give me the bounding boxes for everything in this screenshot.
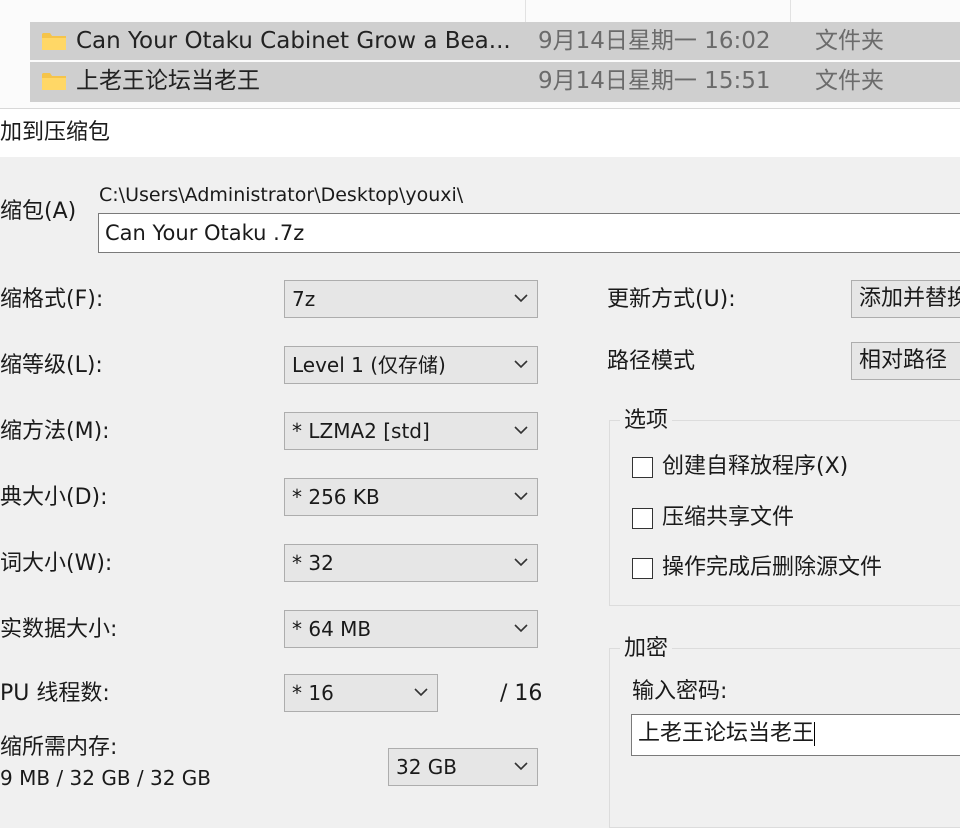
update-mode-value: 添加并替换 xyxy=(859,286,960,311)
word-size-value: * 32 xyxy=(292,551,334,575)
column-divider xyxy=(790,0,791,22)
threads-select[interactable]: * 16 xyxy=(284,674,438,712)
memory-value: 32 GB xyxy=(396,755,458,779)
sfx-label[interactable]: 创建自释放程序(X) xyxy=(662,453,848,481)
password-label: 输入密码: xyxy=(632,679,728,704)
solid-block-label: 实数据大小: xyxy=(0,617,118,642)
add-to-archive-dialog: 加到压缩包 缩包(A) C:\Users\Administrator\Deskt… xyxy=(0,108,960,828)
file-date: 9月14日星期一 16:02 xyxy=(538,28,771,54)
dialog-titlebar[interactable]: 加到压缩包 xyxy=(0,108,960,157)
password-input[interactable]: 上老王论坛当老王 xyxy=(631,714,960,756)
file-type: 文件夹 xyxy=(815,28,884,54)
chevron-down-icon xyxy=(514,360,528,369)
method-value: * LZMA2 [std] xyxy=(292,419,430,443)
threads-max: / 16 xyxy=(500,681,543,706)
format-select[interactable]: 7z xyxy=(284,280,538,318)
chevron-down-icon xyxy=(514,624,528,633)
update-mode-label: 更新方式(U): xyxy=(607,287,736,312)
dictionary-select[interactable]: * 256 KB xyxy=(284,478,538,516)
format-value: 7z xyxy=(292,287,316,311)
password-value: 上老王论坛当老王 xyxy=(638,721,815,746)
solid-block-select[interactable]: * 64 MB xyxy=(284,610,538,648)
encryption-group-title: 加密 xyxy=(620,635,673,663)
update-mode-select[interactable]: 添加并替换 xyxy=(851,280,960,318)
folder-icon xyxy=(42,33,66,50)
options-group-title: 选项 xyxy=(620,407,673,435)
chevron-down-icon xyxy=(514,762,528,771)
sfx-checkbox[interactable] xyxy=(632,457,653,478)
level-select[interactable]: Level 1 (仅存储) xyxy=(284,346,538,384)
chevron-down-icon xyxy=(514,492,528,501)
memory-select[interactable]: 32 GB xyxy=(388,748,538,786)
archive-label: 缩包(A) xyxy=(0,199,77,224)
method-label: 缩方法(M): xyxy=(0,419,110,444)
delete-after-label[interactable]: 操作完成后删除源文件 xyxy=(662,554,882,582)
memory-detail: 9 MB / 32 GB / 32 GB xyxy=(0,766,212,790)
chevron-down-icon xyxy=(514,294,528,303)
file-type: 文件夹 xyxy=(815,68,884,94)
shared-files-label[interactable]: 压缩共享文件 xyxy=(662,504,794,532)
chevron-down-icon xyxy=(514,558,528,567)
level-value: Level 1 (仅存储) xyxy=(292,353,446,377)
archive-path: C:\Users\Administrator\Desktop\youxi\ xyxy=(99,184,464,206)
file-row[interactable]: Can Your Otaku Cabinet Grow a Bea... 9月1… xyxy=(30,22,960,60)
file-date: 9月14日星期一 15:51 xyxy=(538,68,771,94)
path-mode-label: 路径模式 xyxy=(607,349,696,374)
explorer-file-list: Can Your Otaku Cabinet Grow a Bea... 9月1… xyxy=(0,0,960,108)
chevron-down-icon xyxy=(514,426,528,435)
file-row[interactable]: 上老王论坛当老王 9月14日星期一 15:51 文件夹 xyxy=(30,62,960,102)
word-size-select[interactable]: * 32 xyxy=(284,544,538,582)
solid-block-value: * 64 MB xyxy=(292,617,372,641)
text-caret xyxy=(814,722,816,746)
dictionary-value: * 256 KB xyxy=(292,485,380,509)
dictionary-label: 典大小(D): xyxy=(0,485,108,510)
delete-after-checkbox[interactable] xyxy=(632,558,653,579)
path-mode-value: 相对路径 xyxy=(859,348,948,373)
chevron-down-icon xyxy=(414,688,428,697)
shared-files-checkbox[interactable] xyxy=(632,508,653,529)
file-name: Can Your Otaku Cabinet Grow a Bea... xyxy=(76,28,511,54)
memory-label: 缩所需内存: xyxy=(0,735,118,760)
level-label: 缩等级(L): xyxy=(0,353,103,378)
archive-name-value: Can Your Otaku .7z xyxy=(105,221,305,245)
method-select[interactable]: * LZMA2 [std] xyxy=(284,412,538,450)
threads-label: PU 线程数: xyxy=(0,681,110,706)
path-mode-select[interactable]: 相对路径 xyxy=(851,342,960,380)
threads-value: * 16 xyxy=(292,681,334,705)
file-name: 上老王论坛当老王 xyxy=(76,68,260,94)
archive-name-input[interactable]: Can Your Otaku .7z xyxy=(98,213,960,253)
format-label: 缩格式(F): xyxy=(0,287,104,312)
column-divider xyxy=(525,0,526,22)
word-size-label: 词大小(W): xyxy=(0,551,113,576)
folder-icon xyxy=(42,73,66,90)
dialog-title: 加到压缩包 xyxy=(0,120,111,145)
